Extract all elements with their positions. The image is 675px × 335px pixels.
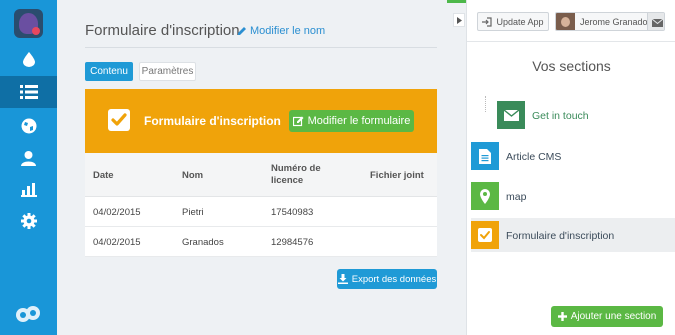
update-app-button[interactable]: Update App bbox=[477, 12, 549, 31]
water-drop-icon[interactable] bbox=[0, 43, 57, 75]
banner-title: Formulaire d'inscription bbox=[144, 114, 281, 128]
sidebar bbox=[0, 0, 57, 335]
sections-title: Vos sections bbox=[532, 58, 611, 74]
cell-license: 17540983 bbox=[271, 207, 314, 218]
plus-icon bbox=[557, 312, 567, 321]
divider bbox=[85, 47, 437, 48]
section-label: Get in touch bbox=[532, 110, 589, 122]
column-header-attachment: Fichier joint bbox=[370, 170, 424, 181]
pencil-icon bbox=[238, 27, 246, 35]
collapse-panel-button[interactable] bbox=[453, 13, 465, 27]
add-section-button[interactable]: Ajouter une section bbox=[551, 306, 663, 327]
envelope-icon bbox=[651, 18, 663, 27]
cell-date: 04/02/2015 bbox=[93, 237, 141, 248]
page-title: Formulaire d'inscription bbox=[85, 22, 240, 39]
cell-name: Granados bbox=[182, 237, 224, 248]
add-section-label: Ajouter une section bbox=[570, 311, 657, 322]
tab-parameters[interactable]: Paramètres bbox=[139, 62, 196, 81]
list-icon[interactable] bbox=[0, 76, 57, 108]
section-item-get-in-touch[interactable]: Get in touch bbox=[497, 98, 675, 132]
chevron-right-icon bbox=[456, 16, 462, 24]
section-label: Article CMS bbox=[506, 151, 562, 163]
table-header: Date Nom Numéro de licence Fichier joint bbox=[85, 153, 437, 197]
divider bbox=[467, 41, 675, 42]
update-app-label: Update App bbox=[496, 16, 544, 27]
checkbox-icon bbox=[108, 109, 130, 131]
tree-connector bbox=[485, 96, 486, 112]
section-item-article-cms[interactable]: Article CMS bbox=[471, 139, 675, 173]
tab-content[interactable]: Contenu bbox=[85, 62, 133, 81]
rename-link[interactable]: Modifier le nom bbox=[237, 25, 325, 37]
column-header-date: Date bbox=[93, 170, 114, 181]
gear-icon[interactable] bbox=[0, 205, 57, 237]
app-logo[interactable] bbox=[14, 9, 43, 38]
section-label: map bbox=[506, 191, 527, 203]
avatar bbox=[556, 13, 575, 30]
checkbox-icon bbox=[471, 221, 499, 249]
edit-icon bbox=[292, 116, 304, 126]
user-name: Jerome Granados bbox=[580, 17, 653, 27]
mail-button[interactable] bbox=[647, 13, 664, 30]
cell-name: Pietri bbox=[182, 207, 204, 218]
edit-form-label: Modifier le formulaire bbox=[307, 115, 411, 127]
user-menu[interactable]: Jerome Granados bbox=[555, 12, 665, 31]
sign-in-icon bbox=[482, 16, 493, 27]
sections-panel: Update App Jerome Granados Vos sections … bbox=[466, 0, 675, 335]
column-header-name: Nom bbox=[182, 170, 204, 181]
column-header-license: Numéro de licence bbox=[271, 163, 321, 187]
section-item-formulaire[interactable]: Formulaire d'inscription bbox=[471, 218, 675, 252]
table-row[interactable]: 04/02/2015 Pietri 17540983 bbox=[85, 197, 437, 227]
brand-logo-icon bbox=[15, 304, 41, 329]
document-icon bbox=[471, 142, 499, 170]
export-data-button[interactable]: Export des données bbox=[337, 269, 437, 289]
table-row[interactable]: 04/02/2015 Granados 12984576 bbox=[85, 227, 437, 257]
form-banner: Formulaire d'inscription Modifier le for… bbox=[85, 89, 437, 153]
submissions-table: Date Nom Numéro de licence Fichier joint… bbox=[85, 153, 437, 257]
envelope-icon bbox=[497, 101, 525, 129]
cell-license: 12984576 bbox=[271, 237, 314, 248]
column-header-license-line1: Numéro de bbox=[271, 163, 321, 174]
download-icon bbox=[337, 274, 348, 284]
rename-link-label: Modifier le nom bbox=[250, 25, 326, 37]
bar-chart-icon[interactable] bbox=[0, 173, 57, 205]
edit-form-button[interactable]: Modifier le formulaire bbox=[289, 110, 414, 132]
globe-icon[interactable] bbox=[0, 110, 57, 142]
map-marker-icon bbox=[471, 182, 499, 210]
export-data-label: Export des données bbox=[351, 273, 437, 285]
section-label: Formulaire d'inscription bbox=[506, 230, 615, 242]
user-icon[interactable] bbox=[0, 142, 57, 174]
cell-date: 04/02/2015 bbox=[93, 207, 141, 218]
section-item-map[interactable]: map bbox=[471, 179, 675, 213]
main-content: Formulaire d'inscription Modifier le nom… bbox=[57, 0, 447, 335]
column-header-license-line2: licence bbox=[271, 175, 304, 186]
